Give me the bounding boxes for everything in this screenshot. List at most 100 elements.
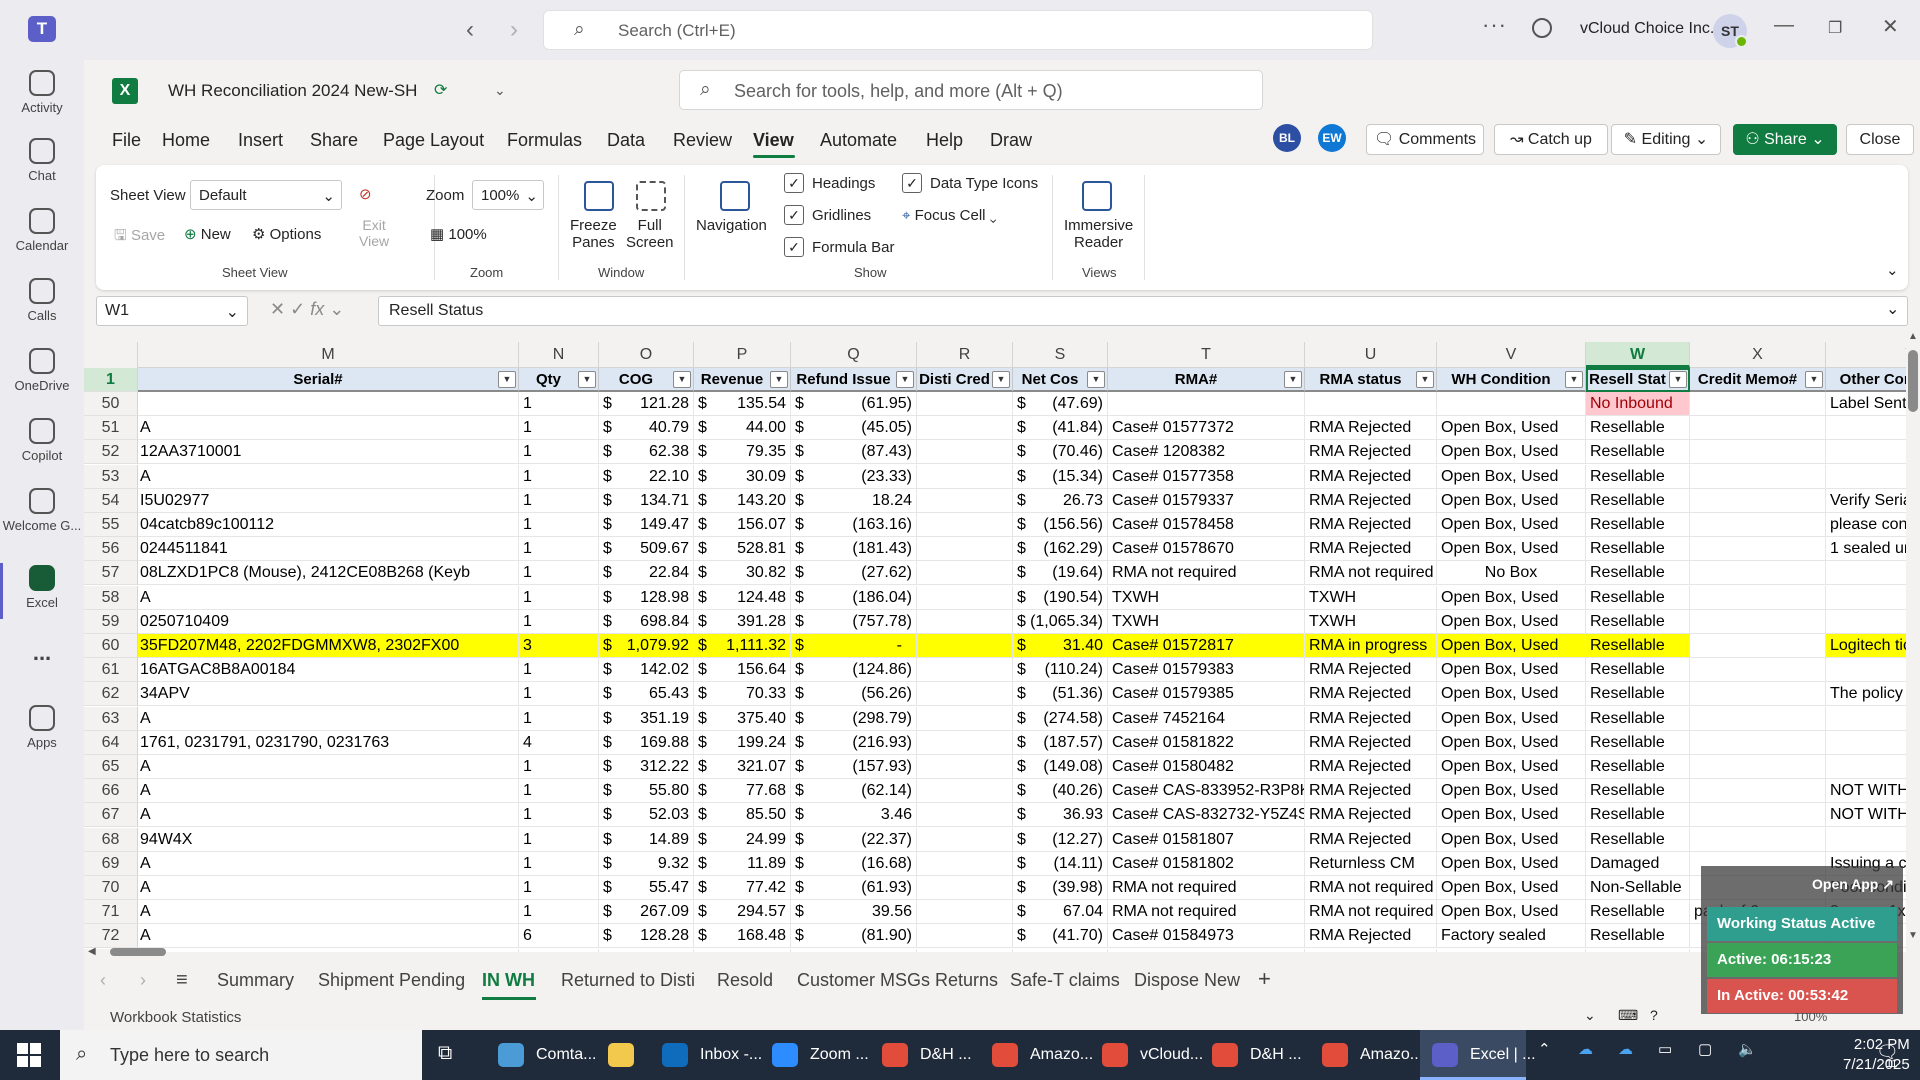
taskbar-app-8[interactable]: Amazo... — [1310, 1030, 1423, 1080]
row-header[interactable]: 50 — [84, 392, 138, 416]
spreadsheet-grid[interactable]: MNOPQRSTUVWXY Serial#▼Qty▼COG▼Revenue▼Re… — [84, 342, 1906, 952]
table-cell-rmas[interactable]: RMA not required — [1305, 561, 1437, 585]
table-cell-memo[interactable] — [1690, 682, 1826, 706]
table-cell-memo[interactable] — [1690, 658, 1826, 682]
table-cell-rev[interactable]: $156.64 — [694, 658, 791, 682]
focus-cell-button[interactable]: ⌖ Focus Cell ⌄ — [902, 207, 997, 224]
table-cell-rev[interactable]: $11.89 — [694, 852, 791, 876]
table-cell-net[interactable]: $ (15.34) — [1013, 465, 1108, 489]
table-cell-cog[interactable]: $142.02 — [599, 658, 694, 682]
table-cell-serial[interactable]: 04catcb89c100112 — [138, 513, 519, 537]
table-cell-disti[interactable] — [917, 537, 1013, 561]
table-cell-comments[interactable]: Verify Serial — [1826, 489, 1906, 513]
table-cell-cog[interactable]: $62.38 — [599, 440, 694, 464]
table-cell-memo[interactable] — [1690, 634, 1826, 658]
table-cell-serial[interactable]: A — [138, 924, 519, 948]
table-cell-rmas[interactable]: Returnless CM — [1305, 852, 1437, 876]
table-cell-rma[interactable]: TXWH — [1108, 610, 1305, 634]
table-cell-net[interactable]: $ (12.27) — [1013, 828, 1108, 852]
table-cell-serial[interactable] — [138, 392, 519, 416]
table-cell-rev[interactable]: $168.48 — [694, 924, 791, 948]
table-cell-rmas[interactable]: RMA Rejected — [1305, 828, 1437, 852]
table-cell-resell[interactable]: Resellable — [1586, 513, 1690, 537]
sheet-tab-summary[interactable]: Summary — [217, 970, 294, 991]
table-cell-resell[interactable]: Resellable — [1586, 489, 1690, 513]
table-cell-ref[interactable]: $18.24 — [791, 489, 917, 513]
table-cell-ref[interactable]: $ (181.43) — [791, 537, 917, 561]
table-cell-cog[interactable]: $128.28 — [599, 924, 694, 948]
table-cell-wh[interactable]: Factory sealed — [1437, 924, 1586, 948]
volume-icon[interactable]: 🔈 — [1738, 1040, 1757, 1058]
table-cell-net[interactable]: $31.40 — [1013, 634, 1108, 658]
comments-button[interactable]: 🗨 Comments — [1366, 124, 1484, 155]
table-cell-ref[interactable]: $ (186.04) — [791, 586, 917, 610]
table-header-cell[interactable]: Credit Memo# ▼ — [1690, 368, 1826, 392]
rail-item-[interactable]: ... — [0, 640, 84, 666]
data-type-icons-checkbox[interactable]: ✓ — [902, 173, 922, 193]
table-cell-qty[interactable]: 1 — [519, 658, 599, 682]
table-cell-rmas[interactable]: TXWH — [1305, 586, 1437, 610]
row-header[interactable]: 63 — [84, 707, 138, 731]
table-cell-wh[interactable]: Open Box, Used — [1437, 900, 1586, 924]
table-cell-qty[interactable]: 1 — [519, 537, 599, 561]
collaborator-avatar-ew[interactable]: EW — [1318, 124, 1346, 152]
row-header[interactable]: 69 — [84, 852, 138, 876]
table-cell-comments[interactable] — [1826, 465, 1906, 489]
table-cell-net[interactable]: $ (51.36) — [1013, 682, 1108, 706]
table-cell-qty[interactable]: 1 — [519, 561, 599, 585]
tab-review[interactable]: Review — [673, 130, 732, 151]
sheet-tab-in-wh[interactable]: IN WH — [482, 970, 535, 991]
table-cell-cog[interactable]: $698.84 — [599, 610, 694, 634]
tab-automate[interactable]: Automate — [820, 130, 897, 151]
table-cell-resell[interactable]: Resellable — [1586, 803, 1690, 827]
table-cell-net[interactable]: $67.04 — [1013, 900, 1108, 924]
table-cell-cog[interactable]: $1,079.92 — [599, 634, 694, 658]
table-cell-resell[interactable]: Resellable — [1586, 610, 1690, 634]
table-cell-comments[interactable] — [1826, 731, 1906, 755]
table-cell-rev[interactable]: $85.50 — [694, 803, 791, 827]
filter-dropdown-icon[interactable]: ▼ — [896, 371, 914, 388]
table-cell-wh[interactable]: Open Box, Used — [1437, 610, 1586, 634]
table-cell-net[interactable]: $ (41.84) — [1013, 416, 1108, 440]
filter-dropdown-icon[interactable]: ▼ — [1805, 371, 1823, 388]
table-cell-comments[interactable]: NOT WITHIN RETURN P — [1826, 803, 1906, 827]
table-cell-memo[interactable] — [1690, 731, 1826, 755]
tab-view[interactable]: View — [753, 130, 794, 151]
catch-up-button[interactable]: ↝ Catch up — [1494, 124, 1608, 155]
table-cell-wh[interactable]: Open Box, Used — [1437, 440, 1586, 464]
tab-insert[interactable]: Insert — [238, 130, 283, 151]
row-header[interactable]: 65 — [84, 755, 138, 779]
rail-item-calls[interactable]: Calls — [0, 278, 84, 323]
document-title[interactable]: WH Reconciliation 2024 New-SH — [168, 81, 417, 101]
table-header-cell[interactable]: Disti Cred ▼ — [917, 368, 1013, 392]
table-cell-ref[interactable]: $ (56.26) — [791, 682, 917, 706]
table-cell-disti[interactable] — [917, 852, 1013, 876]
taskbar-search-input[interactable]: ⌕ Type here to search — [60, 1030, 422, 1080]
column-header-o[interactable]: O — [599, 342, 694, 368]
table-cell-disti[interactable] — [917, 392, 1013, 416]
table-cell-qty[interactable]: 1 — [519, 682, 599, 706]
table-cell-rmas[interactable]: RMA Rejected — [1305, 537, 1437, 561]
filter-dropdown-icon[interactable]: ▼ — [1284, 371, 1302, 388]
sheet-tab-customer-msgs-returns[interactable]: Customer MSGs Returns — [797, 970, 998, 991]
table-cell-net[interactable]: $ (1,065.34) — [1013, 610, 1108, 634]
table-cell-qty[interactable]: 1 — [519, 489, 599, 513]
table-cell-rma[interactable]: Case# CAS-832732-Y5Z4S2-1 — [1108, 803, 1305, 827]
table-cell-comments[interactable] — [1826, 828, 1906, 852]
help-icon[interactable]: ? — [1650, 1007, 1658, 1023]
rail-item-activity[interactable]: Activity — [0, 70, 84, 115]
title-chevron-down-icon[interactable]: ⌄ — [494, 82, 506, 99]
table-cell-serial[interactable]: A — [138, 586, 519, 610]
table-cell-memo[interactable] — [1690, 586, 1826, 610]
row-header[interactable]: 61 — [84, 658, 138, 682]
column-header-s[interactable]: S — [1013, 342, 1108, 368]
table-cell-wh[interactable]: Open Box, Used — [1437, 876, 1586, 900]
more-options-icon[interactable]: ··· — [1482, 12, 1507, 38]
table-cell-rev[interactable]: $135.54 — [694, 392, 791, 416]
table-cell-comments[interactable]: 1 sealed unit resold ope — [1826, 537, 1906, 561]
table-cell-ref[interactable]: $ (124.86) — [791, 658, 917, 682]
table-cell-rma[interactable]: RMA not required — [1108, 900, 1305, 924]
table-cell-rmas[interactable]: RMA Rejected — [1305, 658, 1437, 682]
table-cell-resell[interactable]: Resellable — [1586, 924, 1690, 948]
table-cell-net[interactable]: $ (14.11) — [1013, 852, 1108, 876]
